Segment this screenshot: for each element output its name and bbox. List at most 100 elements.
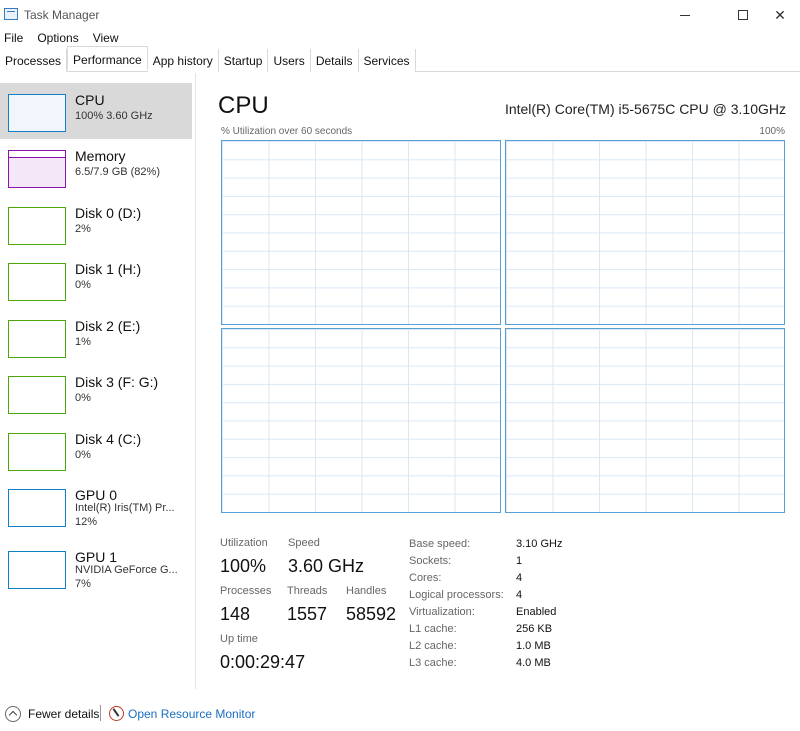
info-value: 4 [516, 572, 523, 584]
cpu-graph-core-0 [221, 140, 501, 325]
info-key: Logical processors: [409, 589, 504, 601]
footer-bar: Fewer details Open Resource Monitor [0, 700, 800, 728]
maximize-icon [738, 10, 748, 20]
info-key: Virtualization: [409, 606, 475, 618]
tab-app-history[interactable]: App history [147, 49, 219, 72]
info-value: 4 [516, 589, 523, 601]
sidebar-item-device: Intel(R) Iris(TM) Pr... [75, 502, 175, 514]
cpu-graph-core-3 [505, 328, 785, 513]
cpu-graph-core-1 [505, 140, 785, 325]
sidebar-item-value: 0% [75, 279, 91, 291]
disk-mini-graph [8, 320, 66, 358]
sidebar-item-value: 12% [75, 516, 98, 528]
menu-options[interactable]: Options [33, 29, 82, 47]
sidebar-item-cpu[interactable]: CPU 100% 3.60 GHz [0, 83, 192, 139]
graph-label: % Utilization over 60 seconds [221, 126, 353, 137]
sidebar-item-label: GPU 0 [75, 487, 118, 503]
processes-label: Processes [220, 585, 272, 597]
info-value: 4.0 MB [516, 657, 551, 669]
sidebar-item-value: 100% 3.60 GHz [75, 110, 153, 122]
tab-bar: Processes Performance App history Startu… [0, 46, 800, 72]
sidebar-item-label: Disk 1 (H:) [75, 261, 142, 277]
tab-performance[interactable]: Performance [67, 46, 148, 70]
footer-divider [100, 705, 101, 721]
sidebar-item-value: 1% [75, 336, 91, 348]
sidebar-item-disk-3[interactable]: Disk 3 (F: G:) 0% [0, 365, 192, 421]
menu-view[interactable]: View [89, 29, 123, 47]
disk-mini-graph [8, 433, 66, 471]
sidebar-item-label: GPU 1 [75, 549, 118, 565]
sidebar-item-memory[interactable]: Memory 6.5/7.9 GB (82%) [0, 139, 192, 195]
threads-value: 1557 [287, 604, 328, 624]
disk-mini-graph [8, 263, 66, 301]
uptime-label: Up time [220, 633, 258, 645]
menu-file[interactable]: File [0, 29, 27, 47]
sidebar-item-label: Memory [75, 148, 126, 164]
sidebar-item-label: Disk 2 (E:) [75, 318, 141, 334]
sidebar-item-label: Disk 3 (F: G:) [75, 374, 159, 390]
cpu-model-name: Intel(R) Core(TM) i5-5675C CPU @ 3.10GHz [504, 101, 786, 117]
gpu-mini-graph [8, 489, 66, 527]
sidebar-item-label: CPU [75, 92, 105, 108]
sidebar-item-value: 7% [75, 578, 91, 590]
info-value: 256 KB [516, 623, 553, 635]
close-icon: ✕ [774, 6, 786, 23]
chevron-up-circle-icon[interactable] [5, 706, 21, 722]
utilization-label: Utilization [220, 537, 268, 549]
info-value: 1.0 MB [516, 640, 551, 652]
info-key: Base speed: [409, 538, 471, 550]
close-button[interactable]: ✕ [757, 0, 800, 30]
sidebar-item-value: 0% [75, 392, 91, 404]
minimize-icon [680, 14, 690, 16]
sidebar-item-gpu-0[interactable]: GPU 0 Intel(R) Iris(TM) Pr... 12% [0, 478, 192, 534]
gpu-mini-graph [8, 551, 66, 589]
sidebar-item-value: 6.5/7.9 GB (82%) [75, 166, 160, 178]
cpu-graph-core-2 [221, 328, 501, 513]
cpu-mini-graph [8, 94, 66, 132]
sidebar-item-gpu-1[interactable]: GPU 1 NVIDIA GeForce G... 7% [0, 540, 192, 596]
sidebar-item-disk-4[interactable]: Disk 4 (C:) 0% [0, 422, 192, 478]
page-title: CPU [218, 92, 269, 119]
uptime-value: 0:00:29:47 [220, 652, 306, 672]
info-value: 1 [516, 555, 523, 567]
window-title: Task Manager [24, 8, 100, 22]
minimize-button[interactable] [662, 0, 708, 30]
info-key: L3 cache: [409, 657, 457, 669]
open-resource-monitor-link[interactable]: Open Resource Monitor [128, 707, 255, 721]
handles-value: 58592 [346, 604, 397, 624]
fewer-details-button[interactable]: Fewer details [28, 707, 99, 721]
sidebar-item-value: 2% [75, 223, 91, 235]
menu-bar: File Options View [0, 29, 129, 47]
tab-processes[interactable]: Processes [0, 49, 68, 72]
disk-mini-graph [8, 207, 66, 245]
processes-value: 148 [220, 604, 251, 624]
task-manager-icon [4, 8, 18, 20]
speed-label: Speed [288, 537, 320, 549]
memory-mini-graph [8, 150, 66, 188]
info-key: L2 cache: [409, 640, 457, 652]
sidebar-item-device: NVIDIA GeForce G... [75, 564, 178, 576]
tab-details[interactable]: Details [310, 49, 359, 72]
sidebar-item-value: 0% [75, 449, 91, 461]
threads-label: Threads [287, 585, 328, 597]
resource-sidebar: CPU 100% 3.60 GHz Memory 6.5/7.9 GB (82%… [0, 73, 196, 689]
info-key: Cores: [409, 572, 442, 584]
tab-users[interactable]: Users [268, 49, 311, 72]
info-value: Enabled [516, 606, 557, 618]
info-value: 3.10 GHz [516, 538, 563, 550]
sidebar-item-disk-0[interactable]: Disk 0 (D:) 2% [0, 196, 192, 252]
handles-label: Handles [346, 585, 387, 597]
resource-monitor-icon[interactable] [109, 706, 124, 721]
disk-mini-graph [8, 376, 66, 414]
speed-value: 3.60 GHz [288, 556, 365, 576]
graph-max-label: 100% [759, 126, 785, 137]
info-key: L1 cache: [409, 623, 457, 635]
sidebar-item-disk-2[interactable]: Disk 2 (E:) 1% [0, 309, 192, 365]
utilization-value: 100% [220, 556, 267, 576]
sidebar-item-disk-1[interactable]: Disk 1 (H:) 0% [0, 252, 192, 308]
tab-startup[interactable]: Startup [218, 49, 269, 72]
title-bar: Task Manager ✕ [0, 0, 800, 30]
sidebar-item-label: Disk 4 (C:) [75, 431, 142, 447]
info-key: Sockets: [409, 555, 452, 567]
tab-services[interactable]: Services [358, 49, 416, 72]
